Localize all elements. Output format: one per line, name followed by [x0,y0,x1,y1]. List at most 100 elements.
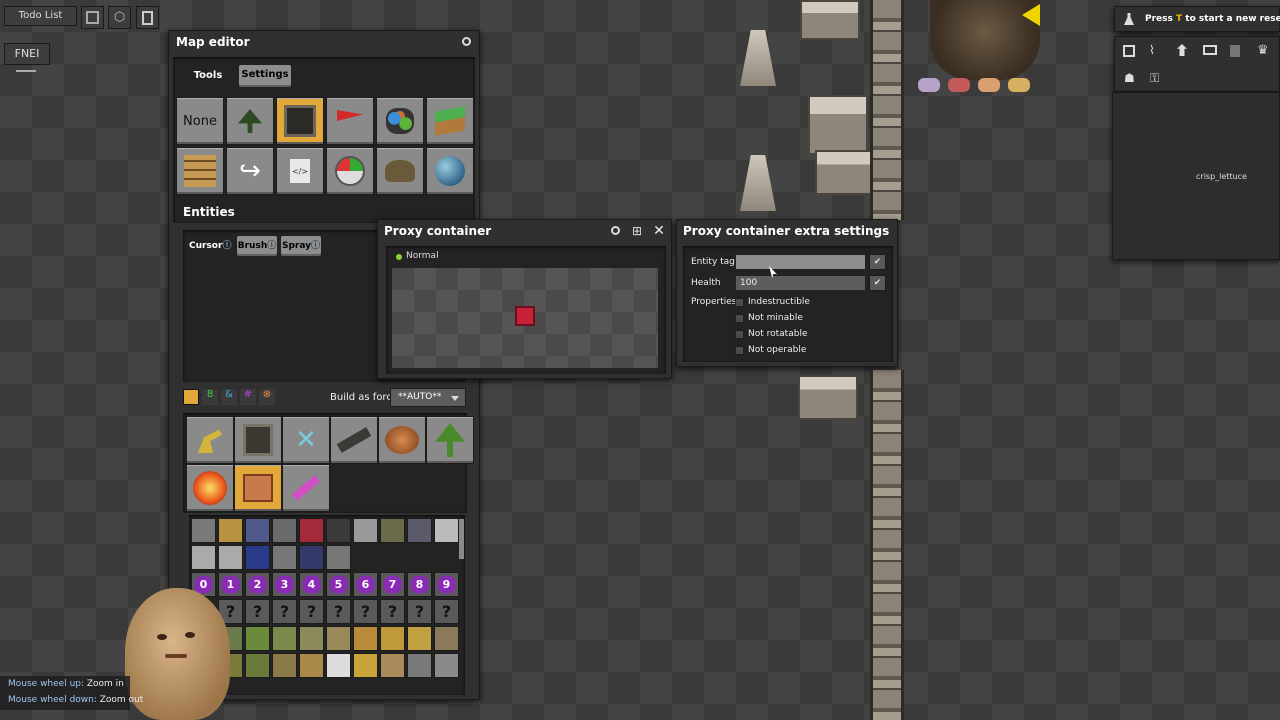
tool-tree[interactable] [226,97,274,145]
item-slot[interactable] [245,518,270,543]
item-slot[interactable] [380,653,405,678]
health-confirm-button[interactable]: ✔ [869,275,886,291]
link-icon[interactable]: ⚿ [1150,71,1159,86]
tool-entity[interactable] [276,97,324,145]
mode-cursor[interactable]: Cursorⓘ [189,236,231,256]
item-slot[interactable] [218,518,243,543]
unknown-item-slot[interactable]: ? [353,599,378,624]
tool-none[interactable]: None [176,97,224,145]
tool-tile[interactable] [426,97,474,145]
item-slot[interactable] [353,653,378,678]
signal-digit-slot[interactable]: 1 [218,572,243,597]
item-slot[interactable] [353,626,378,651]
trains-icon[interactable] [1230,45,1240,57]
tab-tools[interactable]: Tools [185,66,231,86]
item-slot[interactable] [245,545,270,570]
signal-digit-slot[interactable]: 6 [353,572,378,597]
item-slot[interactable] [299,653,324,678]
item-slot[interactable] [272,518,297,543]
entity-tree[interactable] [426,416,474,464]
tab-settings[interactable]: Settings [239,65,291,87]
tool-resource[interactable] [376,97,424,145]
item-slot[interactable] [434,653,459,678]
item-slot[interactable] [407,653,432,678]
item-slot[interactable] [191,545,216,570]
item-slot[interactable] [326,545,351,570]
entity-tag-input[interactable] [735,254,866,270]
book-icon[interactable] [1203,45,1217,55]
tool-script[interactable]: </> [276,147,324,195]
proxy-network-button[interactable]: ⊞ [629,224,645,240]
unknown-item-slot[interactable]: ? [434,599,459,624]
entity-gun[interactable] [330,416,378,464]
force-dropdown[interactable]: **AUTO** [390,388,466,407]
item-slot[interactable] [299,626,324,651]
force-filter-default[interactable] [183,389,199,405]
entity-hammer[interactable] [282,464,330,512]
tool-decorative[interactable] [176,147,224,195]
production-icon[interactable]: ⌇ [1149,43,1155,57]
proxy-close-button[interactable]: ✕ [651,223,667,239]
entity-turret[interactable] [186,416,234,464]
item-slot[interactable] [245,653,270,678]
calculator-button[interactable] [136,6,159,29]
right-panel-label[interactable]: crisp_lettuce [1196,172,1247,181]
not-operable-checkbox[interactable] [735,346,744,355]
force-filter-blue[interactable]: & [221,389,237,405]
item-slot[interactable] [407,518,432,543]
tool-time[interactable] [326,147,374,195]
item-slot[interactable] [380,518,405,543]
unknown-item-slot[interactable]: ? [380,599,405,624]
fnei-button[interactable]: FNEI [4,43,50,65]
entity-tag-confirm-button[interactable]: ✔ [869,254,886,270]
item-slot[interactable] [434,626,459,651]
signal-digit-slot[interactable]: 4 [299,572,324,597]
proxy-search-button[interactable] [609,224,625,240]
signal-digit-slot[interactable]: 5 [326,572,351,597]
health-input[interactable]: 100 [735,275,866,291]
tool-flag[interactable] [326,97,374,145]
signal-digit-slot[interactable]: 7 [380,572,405,597]
tool-planet[interactable] [426,147,474,195]
item-slot[interactable] [218,545,243,570]
item-slot[interactable] [299,518,324,543]
force-filter-orange[interactable]: ⊗ [259,389,275,405]
item-grid-scrollbar[interactable] [459,519,464,559]
mode-brush[interactable]: Brushⓘ [237,236,277,256]
tool-clone[interactable]: ↪ [226,147,274,195]
signal-digit-slot[interactable]: 2 [245,572,270,597]
entity-spawner[interactable] [378,416,426,464]
tool-rock[interactable] [376,147,424,195]
signal-digit-slot[interactable]: 8 [407,572,432,597]
unknown-item-slot[interactable]: ? [245,599,270,624]
item-slot[interactable] [272,653,297,678]
todo-list-button[interactable]: Todo List [4,6,77,26]
item-slot[interactable] [272,626,297,651]
force-filter-green[interactable]: 8 [202,389,218,405]
item-slot[interactable] [434,518,459,543]
tutorial-icon[interactable]: ☗ [1124,71,1135,85]
research-banner[interactable]: Press T to start a new research. [1114,6,1280,32]
entity-explosion[interactable] [186,464,234,512]
item-slot[interactable] [245,626,270,651]
not-minable-checkbox[interactable] [735,314,744,323]
unknown-item-slot[interactable]: ? [272,599,297,624]
item-slot[interactable] [272,545,297,570]
crafting-button[interactable]: ⬡ [108,6,131,29]
entity-chest[interactable] [234,464,282,512]
blueprint-book-button[interactable] [81,6,104,29]
entity-proxy-container[interactable] [234,416,282,464]
item-slot[interactable] [353,518,378,543]
signal-digit-slot[interactable]: 3 [272,572,297,597]
force-filter-purple[interactable]: # [240,389,256,405]
signal-digit-slot[interactable]: 9 [434,572,459,597]
item-slot[interactable] [380,626,405,651]
unknown-item-slot[interactable]: ? [326,599,351,624]
map-icon[interactable] [1123,45,1135,57]
item-slot[interactable] [326,626,351,651]
item-slot[interactable] [326,653,351,678]
unknown-item-slot[interactable]: ? [299,599,324,624]
item-slot[interactable] [407,626,432,651]
indestructible-checkbox[interactable] [735,298,744,307]
logistics-icon[interactable] [1177,44,1187,56]
